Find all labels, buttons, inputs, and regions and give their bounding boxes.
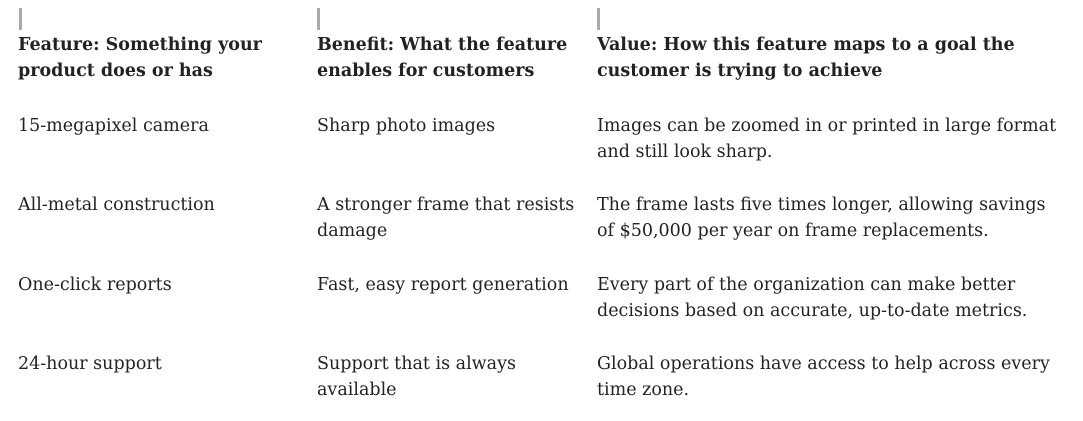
row-3-feature: One-click reports <box>18 275 172 295</box>
row-4-value: Global operations have access to help ac… <box>597 354 1050 400</box>
column-marker-feature <box>19 8 22 30</box>
header-feature: Feature: Something your product does or … <box>18 35 262 81</box>
row-1-value: Images can be zoomed in or printed in la… <box>597 116 1057 162</box>
header-benefit: Benefit: What the feature enables for cu… <box>317 35 568 81</box>
column-marker-benefit <box>317 8 320 30</box>
row-2-value: The frame lasts five times longer, allow… <box>597 195 1046 241</box>
row-3-value: Every part of the organization can make … <box>597 275 1028 321</box>
row-2-benefit: A stronger frame that resists damage <box>317 195 575 241</box>
header-value: Value: How this feature maps to a goal t… <box>597 35 1015 81</box>
row-1-benefit: Sharp photo images <box>317 116 496 136</box>
row-4-feature: 24-hour support <box>18 354 162 374</box>
column-marker-value <box>597 8 600 30</box>
row-3-benefit: Fast, easy report generation <box>317 275 569 295</box>
row-1-feature: 15-megapixel camera <box>18 116 209 136</box>
row-2-feature: All-metal construction <box>18 195 215 215</box>
row-4-benefit: Support that is always available <box>317 354 516 400</box>
